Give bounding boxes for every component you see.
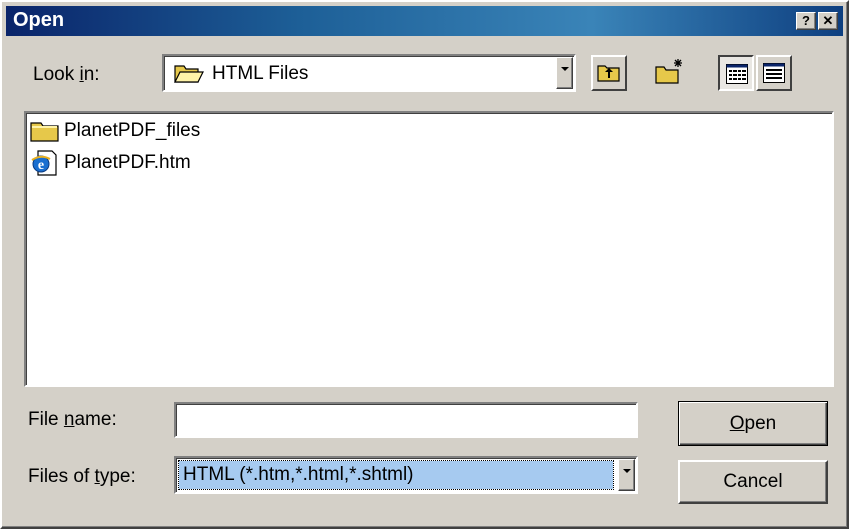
up-folder-icon [597,63,621,89]
svg-text:e: e [38,158,44,173]
cancel-button[interactable]: Cancel [678,460,828,504]
open-folder-icon [174,62,204,90]
open-button[interactable]: Open [678,401,828,446]
files-of-type-dropdown-arrow[interactable] [618,459,635,491]
look-in-combo[interactable]: HTML Files [162,54,576,92]
files-of-type-value: HTML (*.htm,*.html,*.shtml) [183,464,414,485]
file-name-input[interactable] [174,402,638,438]
file-name-label: File name: [28,409,117,430]
files-of-type-combo[interactable]: HTML (*.htm,*.html,*.shtml) [174,456,638,494]
look-in-value: HTML Files [212,63,309,84]
create-new-folder-button[interactable] [652,55,688,91]
file-name-text: PlanetPDF_files [64,120,201,141]
file-list-item[interactable]: e PlanetPDF.htm [30,150,191,176]
new-folder-icon [654,57,686,93]
files-of-type-label: Files of type: [28,466,136,487]
help-button[interactable]: ? [796,12,816,30]
files-of-type-selection: HTML (*.htm,*.html,*.shtml) [178,460,614,490]
look-in-label: Look in: [33,64,100,85]
close-button[interactable]: ✕ [818,12,838,30]
details-view-button[interactable] [756,55,792,91]
file-list[interactable]: PlanetPDF_files e PlanetPDF.htm [24,111,834,387]
folder-icon [30,118,64,144]
window-title: Open [13,9,65,31]
up-one-level-button[interactable] [591,55,627,91]
details-view-icon [763,63,785,89]
list-view-icon [726,64,748,90]
ie-document-icon: e [30,150,64,176]
list-view-button[interactable] [718,55,754,91]
open-dialog: Open ? ✕ Look in: HTML Files PlanetPDF_f… [0,0,849,529]
file-name-text: PlanetPDF.htm [64,152,191,173]
title-bar[interactable]: Open ? ✕ [6,6,843,36]
look-in-dropdown-arrow[interactable] [556,57,573,89]
file-list-item[interactable]: PlanetPDF_files [30,118,200,144]
